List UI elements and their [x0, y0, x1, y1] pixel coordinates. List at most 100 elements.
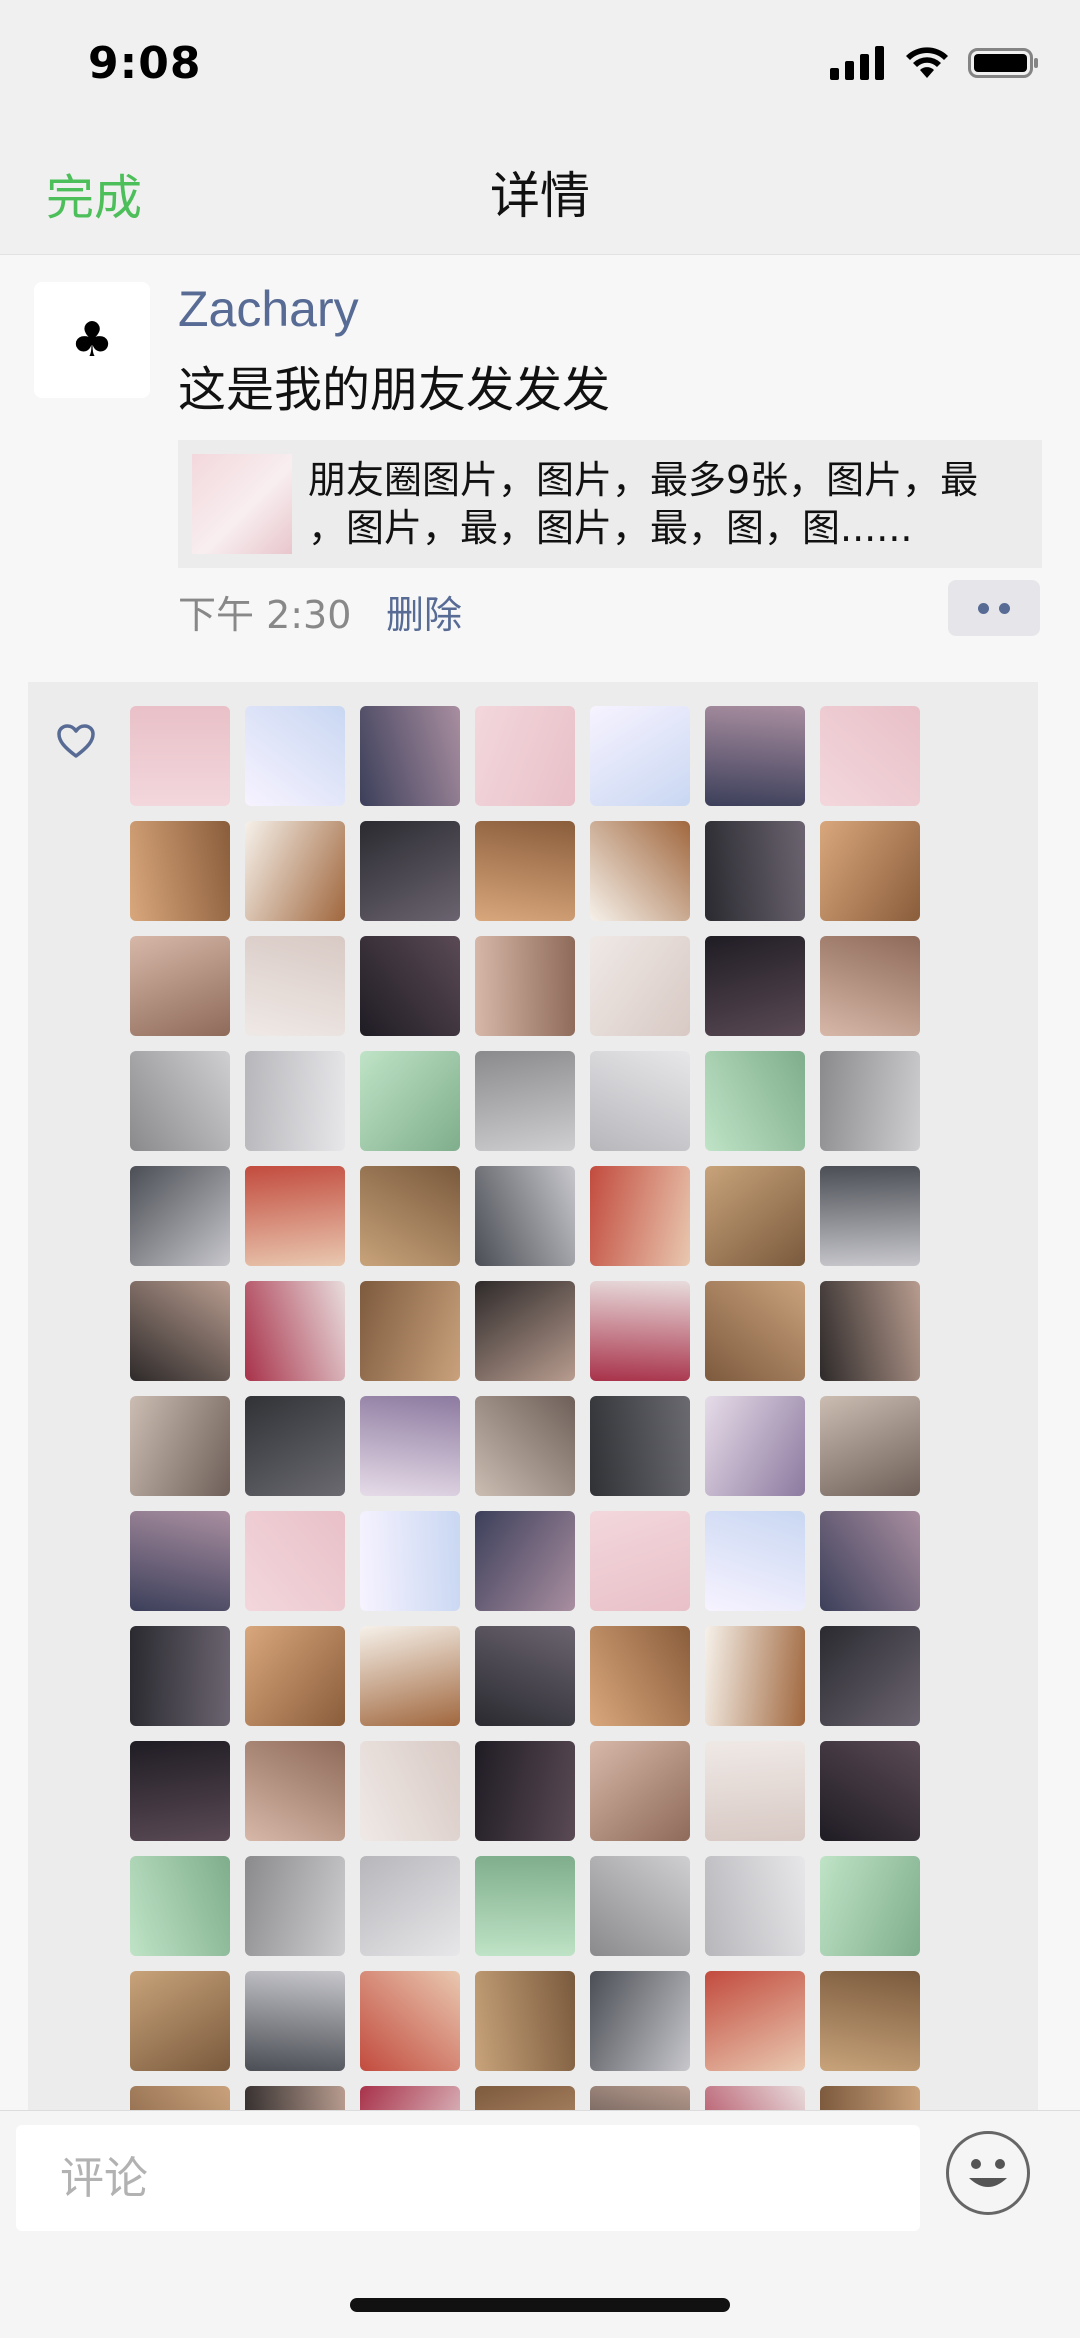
liker-avatar[interactable]: [245, 1741, 345, 1841]
liker-avatar[interactable]: [820, 1856, 920, 1956]
battery-icon: [968, 48, 1038, 78]
liker-avatar[interactable]: [245, 1856, 345, 1956]
liker-avatar[interactable]: [590, 936, 690, 1036]
liker-avatar[interactable]: [130, 1051, 230, 1151]
liker-avatar[interactable]: [360, 1166, 460, 1266]
liker-avatar[interactable]: [590, 706, 690, 806]
liker-avatar[interactable]: [590, 1856, 690, 1956]
liker-avatar[interactable]: [130, 1166, 230, 1266]
liker-avatar[interactable]: [820, 2086, 920, 2110]
liker-avatar[interactable]: [590, 1626, 690, 1726]
liker-avatar[interactable]: [590, 1971, 690, 2071]
liker-avatar[interactable]: [130, 706, 230, 806]
liker-avatar[interactable]: [590, 1166, 690, 1266]
liker-avatar[interactable]: [245, 1166, 345, 1266]
liker-avatar[interactable]: [475, 936, 575, 1036]
liker-avatar[interactable]: [130, 936, 230, 1036]
liker-avatar[interactable]: [360, 2086, 460, 2110]
liker-avatar[interactable]: [360, 1971, 460, 2071]
liker-avatar[interactable]: [130, 1971, 230, 2071]
liker-avatar[interactable]: [475, 821, 575, 921]
liker-avatar[interactable]: [590, 1396, 690, 1496]
emoji-button[interactable]: [946, 2131, 1030, 2215]
liker-avatar[interactable]: [475, 1396, 575, 1496]
liker-avatar[interactable]: [475, 1741, 575, 1841]
liker-avatar[interactable]: [590, 1281, 690, 1381]
liker-avatar[interactable]: [475, 1511, 575, 1611]
liker-avatar[interactable]: [245, 936, 345, 1036]
liker-avatar[interactable]: [130, 1856, 230, 1956]
liker-avatar[interactable]: [475, 706, 575, 806]
liker-avatar[interactable]: [475, 1166, 575, 1266]
liker-avatar[interactable]: [360, 1396, 460, 1496]
liker-avatar[interactable]: [475, 1971, 575, 2071]
liker-avatar[interactable]: [245, 1626, 345, 1726]
liker-avatar[interactable]: [705, 821, 805, 921]
emoji-icon: [969, 2159, 1007, 2187]
liker-avatar[interactable]: [820, 1166, 920, 1266]
liker-avatar[interactable]: [130, 1626, 230, 1726]
liker-avatar[interactable]: [705, 1281, 805, 1381]
liker-avatar[interactable]: [360, 1741, 460, 1841]
liker-avatar[interactable]: [590, 1051, 690, 1151]
liker-avatar[interactable]: [705, 1166, 805, 1266]
comment-input[interactable]: [16, 2125, 920, 2231]
liker-avatar[interactable]: [360, 1281, 460, 1381]
liker-avatar[interactable]: [475, 1051, 575, 1151]
liker-avatar[interactable]: [820, 1971, 920, 2071]
liker-avatar[interactable]: [245, 1396, 345, 1496]
liker-avatar[interactable]: [590, 2086, 690, 2110]
more-options-button[interactable]: [948, 580, 1040, 636]
liker-avatar[interactable]: [130, 1396, 230, 1496]
liker-avatar[interactable]: [820, 1626, 920, 1726]
liker-avatar[interactable]: [245, 821, 345, 921]
liker-avatar[interactable]: [360, 1051, 460, 1151]
liker-avatar[interactable]: [820, 1511, 920, 1611]
liker-avatar[interactable]: [360, 1626, 460, 1726]
liker-avatar[interactable]: [705, 1971, 805, 2071]
liker-avatar[interactable]: [475, 1856, 575, 1956]
liker-avatar[interactable]: [130, 821, 230, 921]
liker-avatar[interactable]: [705, 936, 805, 1036]
shared-link-card[interactable]: 朋友圈图片，图片，最多9张，图片，最 ，图片，最，图片，最，图，图......: [178, 440, 1042, 568]
liker-avatar[interactable]: [245, 1511, 345, 1611]
liker-avatar[interactable]: [705, 2086, 805, 2110]
delete-button[interactable]: 删除: [386, 584, 462, 639]
liker-avatar[interactable]: [360, 706, 460, 806]
liker-avatar[interactable]: [130, 2086, 230, 2110]
liker-avatar[interactable]: [820, 821, 920, 921]
post-username[interactable]: Zachary: [178, 280, 359, 338]
liker-avatar[interactable]: [705, 1741, 805, 1841]
liker-avatar[interactable]: [245, 1051, 345, 1151]
liker-avatar[interactable]: [820, 1281, 920, 1381]
liker-avatar[interactable]: [705, 1626, 805, 1726]
liker-avatar[interactable]: [360, 1856, 460, 1956]
user-avatar[interactable]: ♣: [34, 282, 150, 398]
liker-avatar[interactable]: [820, 1396, 920, 1496]
liker-avatar[interactable]: [360, 1511, 460, 1611]
liker-avatar[interactable]: [130, 1511, 230, 1611]
liker-avatar[interactable]: [820, 706, 920, 806]
liker-avatar[interactable]: [475, 1626, 575, 1726]
liker-avatar[interactable]: [820, 1051, 920, 1151]
liker-avatar[interactable]: [590, 1741, 690, 1841]
liker-avatar[interactable]: [245, 706, 345, 806]
liker-avatar[interactable]: [130, 1281, 230, 1381]
liker-avatar[interactable]: [245, 1281, 345, 1381]
liker-avatar[interactable]: [705, 706, 805, 806]
liker-avatar[interactable]: [475, 2086, 575, 2110]
liker-avatar[interactable]: [590, 821, 690, 921]
liker-avatar[interactable]: [705, 1396, 805, 1496]
liker-avatar[interactable]: [130, 1741, 230, 1841]
liker-avatar[interactable]: [820, 936, 920, 1036]
liker-avatar[interactable]: [475, 1281, 575, 1381]
liker-avatar[interactable]: [360, 936, 460, 1036]
liker-avatar[interactable]: [360, 821, 460, 921]
liker-avatar[interactable]: [820, 1741, 920, 1841]
liker-avatar[interactable]: [245, 2086, 345, 2110]
liker-avatar[interactable]: [245, 1971, 345, 2071]
liker-avatar[interactable]: [590, 1511, 690, 1611]
liker-avatar[interactable]: [705, 1051, 805, 1151]
liker-avatar[interactable]: [705, 1856, 805, 1956]
liker-avatar[interactable]: [705, 1511, 805, 1611]
